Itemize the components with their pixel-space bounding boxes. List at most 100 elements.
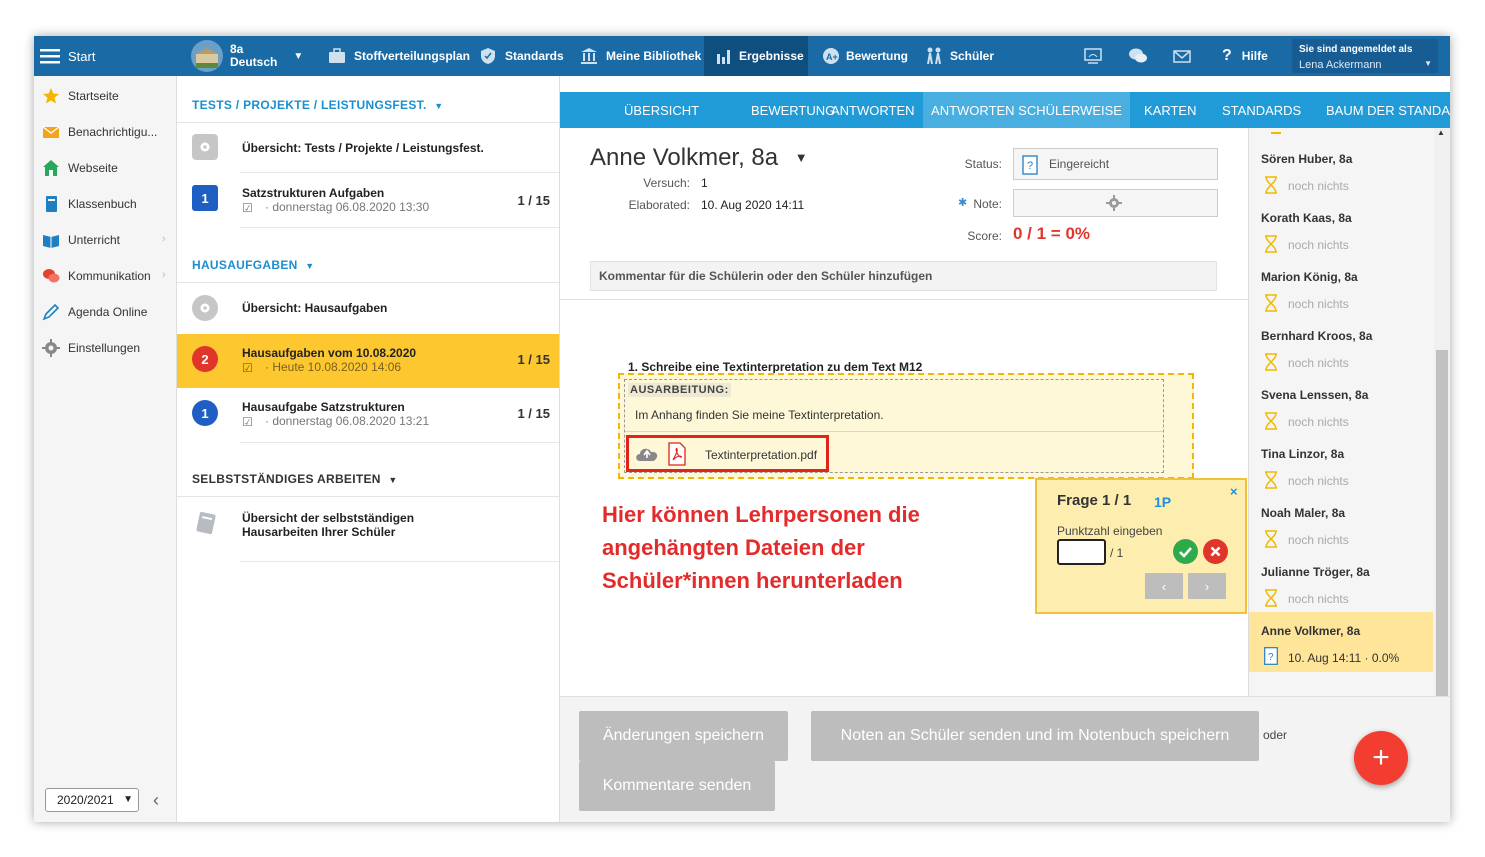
tab-bewertung[interactable]: BEWERTUNG	[751, 92, 835, 128]
caret-down-icon: ▼	[388, 475, 398, 485]
send-grades-button[interactable]: Noten an Schüler senden und im Notenbuch…	[811, 711, 1259, 761]
list-item-satzstrukturen-aufgaben[interactable]: 1 Satzstrukturen Aufgaben ☑ · donnerstag…	[177, 173, 559, 227]
note-label: Note:	[973, 197, 1002, 211]
student-status: 10. Aug 14:11 · 0.0%	[1288, 651, 1400, 665]
tab-label: BEWERTUNG	[751, 102, 836, 118]
points-label: 1P	[1154, 494, 1172, 510]
student-list-item[interactable]: Noah Maler, 8a noch nichts	[1249, 494, 1433, 554]
note-field[interactable]	[1013, 189, 1218, 217]
svg-text:?: ?	[1027, 160, 1033, 172]
points-input[interactable]	[1057, 539, 1106, 565]
student-selector[interactable]: Anne Volkmer, 8a ▼	[590, 144, 808, 172]
tab-label: ÜBERSICHT	[624, 102, 700, 118]
nav-stoffverteilungsplan[interactable]: Stoffverteilungsplan	[328, 36, 470, 76]
item-date: · donnerstag 06.08.2020 13:21	[265, 414, 430, 428]
sidebar-item-label: Startseite	[68, 89, 119, 103]
student-list: Sören Huber, 8a noch nichts Korath Kaas,…	[1248, 128, 1450, 696]
section-header-hausaufgaben[interactable]: HAUSAUFGABEN ▼	[192, 258, 314, 272]
student-list-item[interactable]: Bernhard Kroos, 8a noch nichts	[1249, 317, 1433, 377]
nav-label: Stoffverteilungsplan	[354, 49, 471, 63]
sidebar-item-klassenbuch[interactable]: Klassenbuch	[34, 186, 176, 222]
close-icon[interactable]: ×	[1230, 484, 1238, 499]
section-title: TESTS / PROJEKTE / LEISTUNGSFEST.	[192, 98, 427, 112]
send-comments-button[interactable]: Kommentare senden	[579, 761, 775, 811]
save-changes-button[interactable]: Änderungen speichern	[579, 711, 788, 761]
student-list-item[interactable]: Tina Linzor, 8a noch nichts	[1249, 435, 1433, 495]
section-header-tests[interactable]: TESTS / PROJEKTE / LEISTUNGSFEST. ▼	[192, 98, 443, 112]
list-item-hausaufgaben-overview[interactable]: Übersicht: Hausaufgaben	[177, 283, 559, 333]
gear-icon	[1106, 195, 1122, 214]
list-item-hausaufgabe-satzstrukturen[interactable]: 1 Hausaufgabe Satzstrukturen ☑ · donners…	[177, 388, 559, 442]
status-label: Status:	[964, 157, 1002, 171]
mail-button[interactable]	[1173, 36, 1191, 76]
sidebar-item-benachrichtigungen[interactable]: Benachrichtigu...	[34, 114, 176, 150]
nav-schueler[interactable]: Schüler	[924, 36, 994, 76]
attachment-download-link[interactable]: Textinterpretation.pdf	[626, 435, 829, 472]
item-count: 1 / 15	[517, 406, 550, 421]
nav-ergebnisse[interactable]: Ergebnisse	[704, 36, 808, 76]
envelope-icon	[42, 123, 60, 141]
tab-karten[interactable]: KARTEN	[1144, 92, 1197, 128]
sidebar-item-startseite[interactable]: Startseite	[34, 78, 176, 114]
school-year-select[interactable]: 2020/2021 ▼	[45, 788, 139, 812]
chat-button[interactable]	[1128, 36, 1148, 76]
sidebar-item-label: Webseite	[68, 161, 118, 175]
attachment-filename: Textinterpretation.pdf	[705, 448, 818, 462]
answer-inner: AUSARBEITUNG: Im Anhang finden Sie meine…	[624, 379, 1164, 473]
student-list-item[interactable]: Marion König, 8a noch nichts	[1249, 258, 1433, 318]
next-question-button[interactable]: ›	[1188, 573, 1226, 599]
user-menu[interactable]: Sie sind angemeldet als Lena Ackermann ▼	[1292, 39, 1438, 73]
nav-meine-bibliothek[interactable]: Meine Bibliothek	[580, 36, 701, 76]
student-list-scrollbar[interactable]: ▲	[1434, 128, 1450, 696]
list-item-tests-overview[interactable]: Übersicht: Tests / Projekte / Leistungsf…	[177, 122, 559, 172]
start-menu-button[interactable]: Start	[40, 36, 95, 76]
nav-bewertung[interactable]: A+ Bewertung	[822, 36, 908, 76]
student-list-item-selected[interactable]: Anne Volkmer, 8a ? 10. Aug 14:11 · 0.0%	[1249, 612, 1433, 672]
divider	[560, 299, 1248, 300]
reject-button[interactable]	[1203, 539, 1228, 564]
svg-text:?: ?	[1268, 652, 1274, 663]
sidebar-item-kommunikation[interactable]: Kommunikation ›	[34, 258, 176, 294]
student-list-item[interactable]: Svena Lenssen, 8a noch nichts	[1249, 376, 1433, 436]
chevron-down-icon: ▼	[1424, 59, 1432, 68]
tab-antworten-schuelerweise[interactable]: ANTWORTEN SCHÜLERWEISE	[923, 92, 1130, 128]
list-item-hausaufgaben-selected[interactable]: 2 Hausaufgaben vom 10.08.2020 ☑ · Heute …	[177, 334, 559, 388]
tab-uebersicht[interactable]: ÜBERSICHT	[624, 92, 699, 128]
check-icon: ☑	[242, 201, 253, 215]
assignment-list: TESTS / PROJEKTE / LEISTUNGSFEST. ▼ Über…	[177, 76, 560, 822]
hourglass-icon	[1264, 412, 1278, 430]
collapse-sidebar-icon[interactable]: ‹	[153, 790, 159, 811]
comment-input[interactable]: Kommentar für die Schülerin oder den Sch…	[590, 261, 1217, 291]
class-selector[interactable]: 8a Deutsch ▼	[190, 36, 303, 76]
sidebar-item-webseite[interactable]: Webseite	[34, 150, 176, 186]
student-list-item[interactable]: Sören Huber, 8a noch nichts	[1249, 140, 1433, 200]
cast-button[interactable]	[1084, 36, 1102, 76]
tab-baum-der-standards[interactable]: BAUM DER STANDAR	[1326, 92, 1450, 128]
tab-standards[interactable]: STANDARDS	[1222, 92, 1301, 128]
add-button[interactable]: +	[1354, 731, 1408, 785]
sidebar-item-agenda-online[interactable]: Agenda Online	[34, 294, 176, 330]
nav-standards[interactable]: Standards	[480, 36, 564, 76]
question-mark-icon: ?	[1022, 155, 1038, 178]
help-button[interactable]: ? Hilfe	[1222, 36, 1268, 76]
student-list-item[interactable]: Korath Kaas, 8a noch nichts	[1249, 199, 1433, 259]
answer-text: Im Anhang finden Sie meine Textinterpret…	[635, 408, 884, 422]
section-header-selbststaendig[interactable]: SELBSTSTÄNDIGES ARBEITEN ▼	[192, 472, 398, 486]
button-label: Noten an Schüler senden und im Notenbuch…	[840, 727, 1230, 744]
sidebar-item-label: Einstellungen	[68, 341, 141, 355]
sidebar-item-label: Klassenbuch	[68, 197, 137, 211]
tab-antworten[interactable]: ANTWORTEN	[831, 92, 915, 128]
prev-question-button[interactable]: ‹	[1145, 573, 1183, 599]
sidebar-item-einstellungen[interactable]: Einstellungen	[34, 330, 176, 366]
scroll-up-icon[interactable]: ▲	[1437, 128, 1445, 137]
hourglass-icon	[1264, 353, 1278, 371]
confirm-button[interactable]	[1173, 539, 1198, 564]
list-item-selbststaendig-overview[interactable]: Übersicht der selbstständigen Hausarbeit…	[177, 497, 559, 561]
grading-icon: A+	[822, 47, 840, 65]
hamburger-icon	[40, 48, 60, 64]
scrollbar-thumb[interactable]	[1436, 350, 1448, 696]
comment-placeholder: Kommentar für die Schülerin oder den Sch…	[599, 269, 933, 283]
sidebar-item-unterricht[interactable]: Unterricht ›	[34, 222, 176, 258]
plus-icon: +	[1372, 741, 1390, 774]
student-list-item[interactable]: Julianne Tröger, 8a noch nichts	[1249, 553, 1433, 613]
